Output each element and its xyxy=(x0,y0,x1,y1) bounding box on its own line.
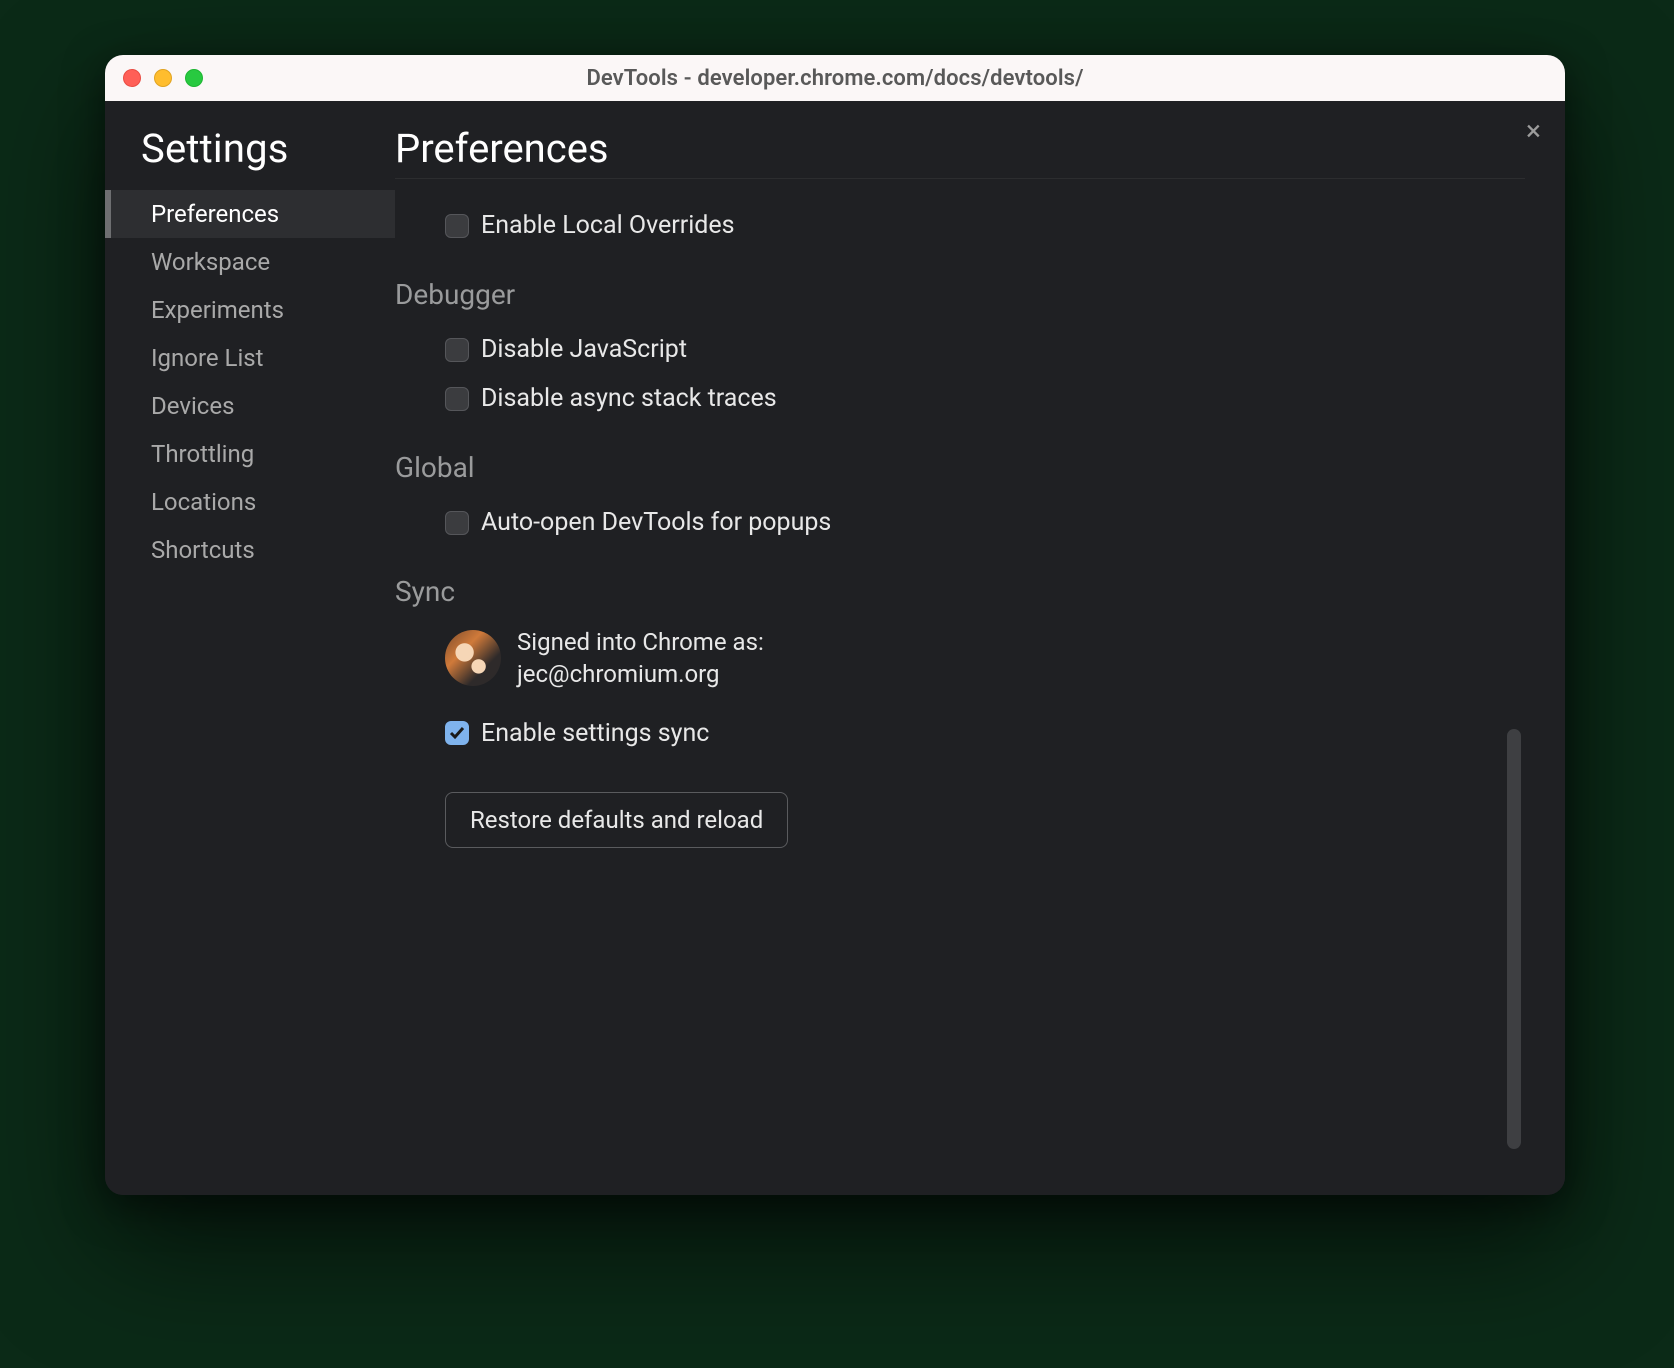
restore-row: Restore defaults and reload xyxy=(395,758,1525,848)
scrollbar-thumb[interactable] xyxy=(1507,729,1521,1149)
signed-in-email: jec@chromium.org xyxy=(517,658,764,690)
section-title: Global xyxy=(395,451,1525,484)
main-heading: Preferences xyxy=(395,125,1525,176)
option-enable-local-overrides[interactable]: Enable Local Overrides xyxy=(395,201,1525,250)
sidebar-item-locations[interactable]: Locations xyxy=(105,478,395,526)
sidebar-item-preferences[interactable]: Preferences xyxy=(105,190,395,238)
option-label: Enable Local Overrides xyxy=(481,211,735,240)
option-label: Disable async stack traces xyxy=(481,384,777,413)
sidebar: Settings Preferences Workspace Experimen… xyxy=(105,101,395,1195)
sidebar-item-throttling[interactable]: Throttling xyxy=(105,430,395,478)
section-global: Global Auto-open DevTools for popups xyxy=(395,451,1525,547)
option-label: Enable settings sync xyxy=(481,719,709,748)
checkbox-checked-icon[interactable] xyxy=(445,721,469,745)
sync-account-row: Signed into Chrome as: jec@chromium.org xyxy=(395,622,1525,709)
option-disable-javascript[interactable]: Disable JavaScript xyxy=(395,325,1525,374)
section-overrides: Enable Local Overrides xyxy=(395,201,1525,250)
option-label: Disable JavaScript xyxy=(481,335,687,364)
checkbox-icon[interactable] xyxy=(445,214,469,238)
window-close-button[interactable] xyxy=(123,69,141,87)
sidebar-item-experiments[interactable]: Experiments xyxy=(105,286,395,334)
checkbox-icon[interactable] xyxy=(445,387,469,411)
close-icon[interactable]: × xyxy=(1526,117,1541,145)
section-title: Debugger xyxy=(395,278,1525,311)
checkbox-icon[interactable] xyxy=(445,511,469,535)
restore-defaults-button[interactable]: Restore defaults and reload xyxy=(445,792,788,848)
traffic-lights xyxy=(123,69,203,87)
window-title: DevTools - developer.chrome.com/docs/dev… xyxy=(586,66,1083,91)
content-area: × Settings Preferences Workspace Experim… xyxy=(105,101,1565,1195)
sidebar-heading: Settings xyxy=(105,125,395,190)
sidebar-item-workspace[interactable]: Workspace xyxy=(105,238,395,286)
option-label: Auto-open DevTools for popups xyxy=(481,508,831,537)
section-sync: Sync Signed into Chrome as: jec@chromium… xyxy=(395,575,1525,848)
titlebar: DevTools - developer.chrome.com/docs/dev… xyxy=(105,55,1565,101)
avatar xyxy=(445,630,501,686)
preferences-scroll-area[interactable]: Enable Local Overrides Debugger Disable … xyxy=(395,178,1525,1195)
checkbox-icon[interactable] xyxy=(445,338,469,362)
option-disable-async-stack-traces[interactable]: Disable async stack traces xyxy=(395,374,1525,423)
sidebar-item-devices[interactable]: Devices xyxy=(105,382,395,430)
signed-in-label: Signed into Chrome as: xyxy=(517,626,764,658)
section-debugger: Debugger Disable JavaScript Disable asyn… xyxy=(395,278,1525,423)
devtools-settings-window: DevTools - developer.chrome.com/docs/dev… xyxy=(105,55,1565,1195)
window-minimize-button[interactable] xyxy=(154,69,172,87)
preferences-inner: Enable Local Overrides Debugger Disable … xyxy=(395,201,1525,1195)
window-zoom-button[interactable] xyxy=(185,69,203,87)
sidebar-items: Preferences Workspace Experiments Ignore… xyxy=(105,190,395,574)
option-enable-settings-sync[interactable]: Enable settings sync xyxy=(395,709,1525,758)
sidebar-item-shortcuts[interactable]: Shortcuts xyxy=(105,526,395,574)
main-panel: Preferences Enable Local Overrides Debug… xyxy=(395,101,1565,1195)
sidebar-item-ignore-list[interactable]: Ignore List xyxy=(105,334,395,382)
option-auto-open-devtools-popups[interactable]: Auto-open DevTools for popups xyxy=(395,498,1525,547)
sync-text: Signed into Chrome as: jec@chromium.org xyxy=(517,626,764,691)
section-title: Sync xyxy=(395,575,1525,608)
